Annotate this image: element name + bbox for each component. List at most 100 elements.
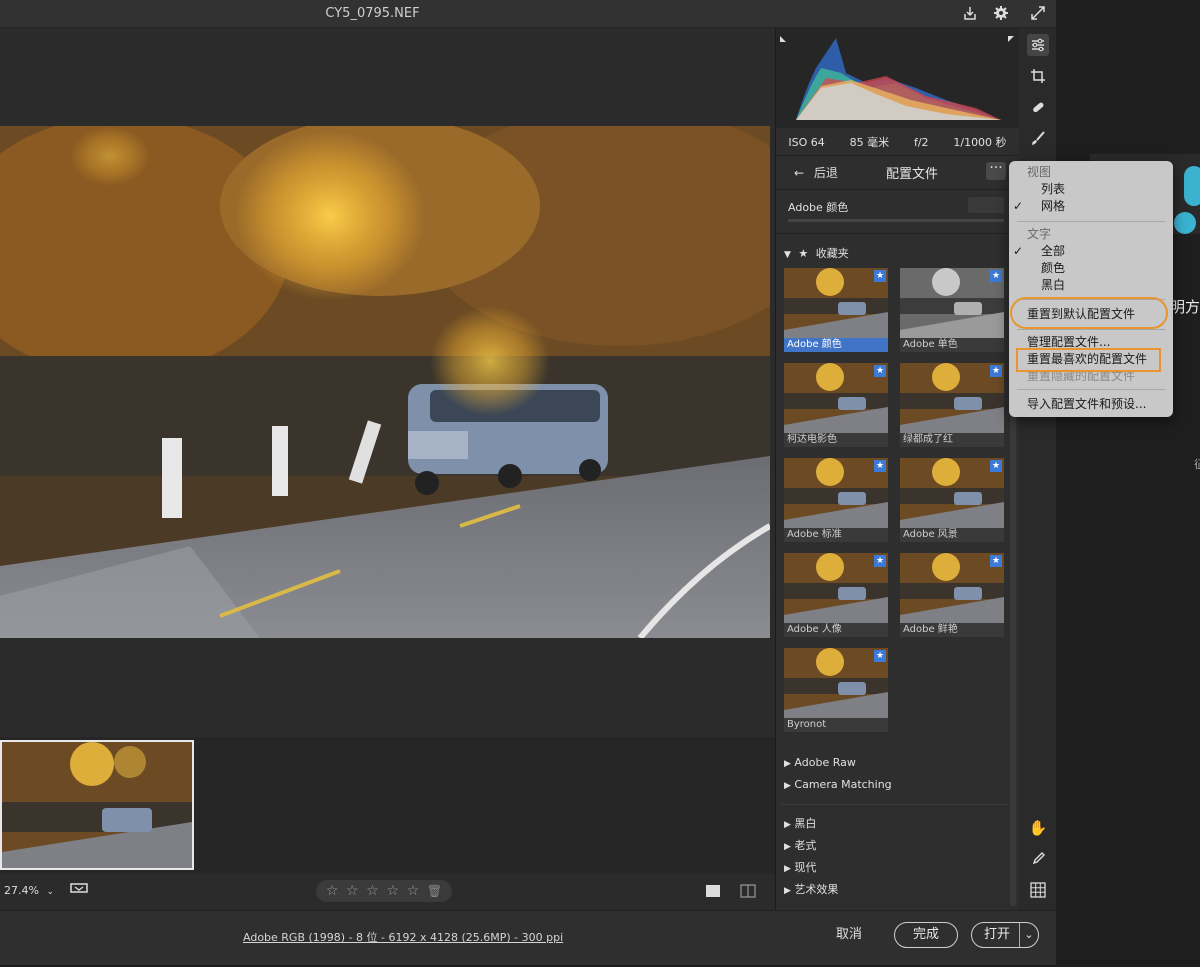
profile-tile[interactable]: ★ 柯达电影色 [784, 363, 888, 447]
favorites-group-header[interactable]: ▼ ★ 收藏夹 [784, 245, 849, 261]
chevron-down-icon[interactable]: ⌄ [1019, 923, 1038, 947]
rating-bar: ☆ ☆ ☆ ☆ ☆ 🗑 [316, 880, 452, 902]
profile-group-vintage[interactable]: ▶ 老式 [784, 837, 838, 859]
favorite-star-icon[interactable]: ★ [874, 650, 886, 662]
profile-preview-image: ★ [900, 363, 1004, 433]
profile-tile-label: Adobe 单色 [900, 338, 1004, 352]
trash-icon[interactable]: 🗑 [427, 884, 442, 898]
profile-group-modern[interactable]: ▶ 现代 [784, 859, 838, 881]
profile-tile-label: Adobe 风景 [900, 528, 1004, 542]
edit-sliders-icon[interactable] [1027, 34, 1049, 56]
profile-group-camera-matching[interactable]: ▶ Camera Matching [784, 778, 892, 800]
profile-preview-image: ★ [784, 363, 888, 433]
triangle-right-icon: ▶ [784, 781, 791, 791]
profile-preview-image: ★ [784, 458, 888, 528]
triangle-right-icon: ▶ [784, 820, 791, 830]
menu-item-color[interactable]: 颜色 [1009, 260, 1173, 277]
profile-group-artistic[interactable]: ▶ 艺术效果 [784, 881, 838, 903]
favorite-star-icon[interactable]: ★ [874, 270, 886, 282]
favorite-star-icon[interactable]: ★ [990, 555, 1002, 567]
profile-tile-label: 柯达电影色 [784, 433, 888, 447]
profile-tile-label: 绿都成了红 [900, 433, 1004, 447]
menu-divider [1017, 389, 1165, 390]
open-button-group: 打开 ⌄ [971, 922, 1039, 948]
profile-preview-image: ★ [784, 268, 888, 338]
menu-item-import[interactable]: 导入配置文件和预设... [1009, 396, 1173, 413]
profile-tile[interactable]: ★ Adobe 颜色 [784, 268, 888, 352]
favorite-star-icon[interactable]: ★ [990, 365, 1002, 377]
profile-browser-title: 配置文件 [885, 167, 938, 182]
favorite-star-icon[interactable]: ★ [874, 460, 886, 472]
group-list-a: ▶ Adobe Raw ▶ Camera Matching [784, 756, 892, 800]
background-text-2: 征 [1194, 458, 1200, 471]
done-button[interactable]: 完成 [894, 922, 958, 948]
profile-tile[interactable]: ★ Adobe 风景 [900, 458, 1004, 542]
cancel-button[interactable]: 取消 [826, 922, 872, 948]
sort-filter-icon[interactable] [70, 882, 90, 898]
zoom-value: 27.4% [4, 884, 39, 897]
star-icon[interactable]: ☆ [346, 883, 359, 899]
save-icon[interactable] [959, 2, 981, 24]
profile-preview-image: ★ [900, 268, 1004, 338]
more-options-button[interactable]: ··· [986, 161, 1006, 180]
group-list-b: ▶ 黑白 ▶ 老式 ▶ 现代 ▶ 艺术效果 [784, 815, 838, 903]
hand-icon[interactable]: ✋ [1027, 817, 1049, 839]
menu-item-grid[interactable]: ✓ 网格 [1009, 198, 1173, 215]
star-icon[interactable]: ☆ [407, 883, 420, 899]
brush-icon[interactable] [1027, 127, 1049, 149]
favorite-star-icon[interactable]: ★ [874, 555, 886, 567]
zoom-select[interactable]: 27.4% ⌄ [4, 884, 54, 897]
profile-tile[interactable]: ★ Adobe 鲜艳 [900, 553, 1004, 637]
menu-item-all[interactable]: ✓ 全部 [1009, 243, 1173, 260]
profile-tile[interactable]: ★ Adobe 标准 [784, 458, 888, 542]
star-icon[interactable]: ☆ [366, 883, 379, 899]
eyedropper-icon[interactable] [1027, 848, 1049, 870]
star-icon[interactable]: ☆ [326, 883, 339, 899]
checkmark-icon: ✓ [1013, 244, 1024, 258]
profile-amount-box[interactable] [968, 197, 1004, 213]
profile-tile[interactable]: ★ Adobe 人像 [784, 553, 888, 637]
profile-group-adobe-raw[interactable]: ▶ Adobe Raw [784, 756, 892, 778]
iso-value: ISO 64 [788, 135, 825, 149]
crop-icon[interactable] [1027, 65, 1049, 87]
chevron-down-icon: ⌄ [46, 887, 54, 897]
triangle-down-icon: ▼ [784, 250, 791, 260]
profile-tile[interactable]: ★ Adobe 单色 [900, 268, 1004, 352]
profile-amount-slider[interactable] [788, 219, 1004, 222]
preview-photo[interactable] [0, 126, 770, 638]
filmstrip-thumbnail[interactable] [0, 740, 194, 870]
star-icon: ★ [798, 247, 809, 260]
profile-tile-label: Adobe 标准 [784, 528, 888, 542]
menu-item-bw[interactable]: 黑白 [1009, 277, 1173, 294]
profile-tile[interactable]: ★ 绿都成了红 [900, 363, 1004, 447]
grid-overlay-icon[interactable] [1027, 879, 1049, 901]
highlight-box [1016, 348, 1161, 372]
fullscreen-icon[interactable] [1027, 2, 1049, 24]
profile-group-bw[interactable]: ▶ 黑白 [784, 815, 838, 837]
favorite-star-icon[interactable]: ★ [990, 460, 1002, 472]
profile-options-menu: 视图 列表 ✓ 网格 文字 ✓ 全部 颜色 黑白 重置到默认配置文件 管理配置文件.… [1009, 161, 1173, 417]
profile-tile-label: Adobe 人像 [784, 623, 888, 637]
workflow-options-link[interactable]: Adobe RGB (1998) - 8 位 - 6192 x 4128 (25… [243, 929, 563, 945]
open-button[interactable]: 打开 [984, 923, 1010, 947]
profile-tile[interactable]: ★ Byronot [784, 648, 888, 732]
compare-view-icon[interactable] [740, 883, 756, 899]
histogram [776, 28, 1019, 128]
star-icon[interactable]: ☆ [386, 883, 399, 899]
menu-divider [1017, 221, 1165, 222]
triangle-right-icon: ▶ [784, 842, 791, 852]
triangle-right-icon: ▶ [784, 759, 791, 769]
menu-item-list[interactable]: 列表 [1009, 181, 1173, 198]
menu-header-view: 视图 [1027, 165, 1052, 179]
gear-icon[interactable] [990, 2, 1012, 24]
favorite-star-icon[interactable]: ★ [990, 270, 1002, 282]
window-title: CY5_0795.NEF [325, 6, 420, 21]
profile-preview-image: ★ [900, 553, 1004, 623]
favorites-label: 收藏夹 [815, 247, 849, 260]
favorite-star-icon[interactable]: ★ [874, 365, 886, 377]
divider [780, 804, 1008, 805]
divider [776, 233, 1009, 234]
healing-icon[interactable] [1027, 96, 1049, 118]
menu-header-text: 文字 [1027, 227, 1052, 241]
before-after-icon[interactable] [706, 885, 720, 897]
